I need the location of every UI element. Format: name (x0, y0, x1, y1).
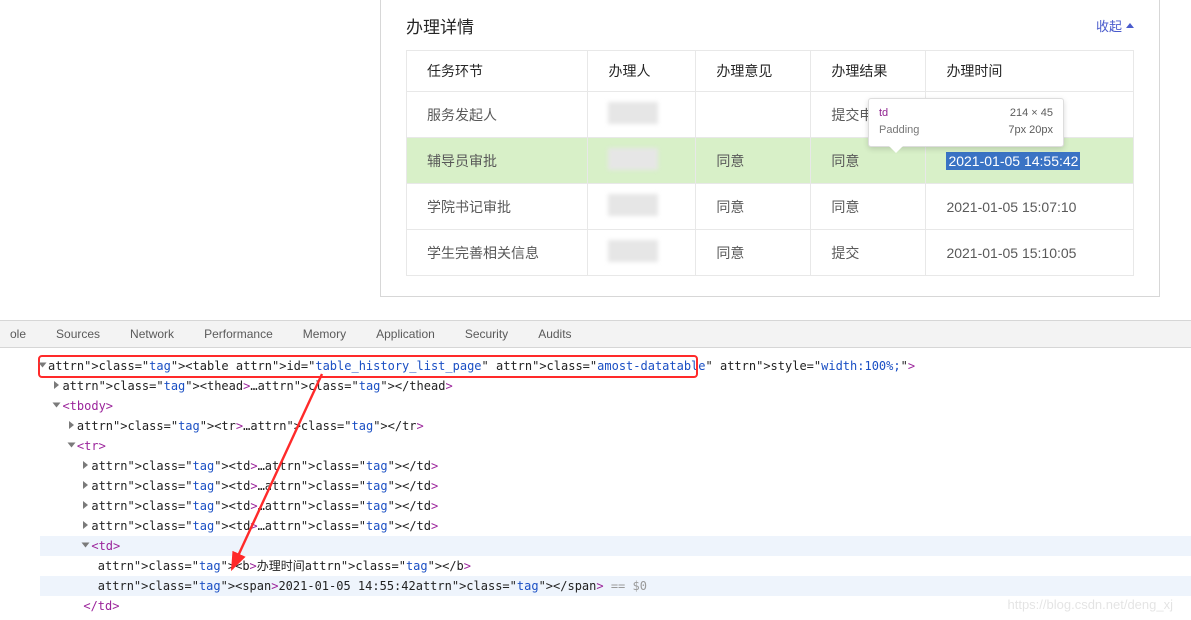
table-cell: 服务发起人 (407, 92, 588, 138)
dom-td-4[interactable]: attrn">class="tag"><td>…attrn">class="ta… (40, 516, 1191, 536)
dom-td-3[interactable]: attrn">class="tag"><td>…attrn">class="ta… (40, 496, 1191, 516)
table-cell (588, 230, 696, 276)
handling-detail-panel: 办理详情 收起 任务环节办理人办理意见办理结果办理时间 服务发起人提交申请09:… (380, 0, 1160, 297)
devtools-tab[interactable]: Performance (204, 327, 273, 341)
table-row: 学生完善相关信息 同意提交2021-01-05 15:10:05 (407, 230, 1134, 276)
table-cell (696, 92, 811, 138)
dom-span-selected[interactable]: attrn">class="tag"><span>2021-01-05 14:5… (40, 576, 1191, 596)
table-cell (588, 92, 696, 138)
dom-tr-collapsed[interactable]: attrn">class="tag"><tr>…attrn">class="ta… (40, 416, 1191, 436)
devtools-tabs: ole Sources Network Performance Memory Applic… (0, 321, 1191, 348)
dom-tbody[interactable]: <tbody> (40, 396, 1191, 416)
dom-td-open[interactable]: <td> (40, 536, 1191, 556)
dom-tree[interactable]: attrn">class="tag"><table attrn">id="tab… (0, 348, 1191, 620)
devtools-tab[interactable]: Audits (538, 327, 571, 341)
table-cell (588, 138, 696, 184)
devtools-tab[interactable]: Security (465, 327, 508, 341)
table-cell: 同意 (696, 184, 811, 230)
table-cell: 提交 (811, 230, 926, 276)
col-header: 办理结果 (811, 51, 926, 92)
collapse-link[interactable]: 收起 (1096, 16, 1134, 35)
tooltip-pad-val: 7px 20px (1008, 122, 1053, 139)
table-cell: 同意 (696, 230, 811, 276)
dom-tr-close[interactable]: </tr> (40, 616, 1191, 620)
dom-b[interactable]: attrn">class="tag"><b>办理时间attrn">class="… (40, 556, 1191, 576)
panel-title: 办理详情 (406, 13, 474, 38)
col-header: 任务环节 (407, 51, 588, 92)
devtools-tab[interactable]: Memory (303, 327, 346, 341)
dom-td-2[interactable]: attrn">class="tag"><td>…attrn">class="ta… (40, 476, 1191, 496)
tooltip-pad-label: Padding (879, 122, 919, 139)
tooltip-dims: 214 × 45 (1010, 105, 1053, 122)
table-cell: 学院书记审批 (407, 184, 588, 230)
table-cell: 2021-01-05 15:10:05 (926, 230, 1134, 276)
table-cell: 同意 (696, 138, 811, 184)
devtools-tab[interactable]: Network (130, 327, 174, 341)
devtools-tab[interactable]: ole (10, 327, 26, 341)
inspect-tooltip: td 214 × 45 Padding 7px 20px (868, 98, 1064, 147)
watermark: https://blog.csdn.net/deng_xj (1007, 597, 1173, 612)
table-row: 学院书记审批同意同意2021-01-05 15:07:10 (407, 184, 1134, 230)
devtools-tab[interactable]: Sources (56, 327, 100, 341)
dom-td-1[interactable]: attrn">class="tag"><td>…attrn">class="ta… (40, 456, 1191, 476)
dom-tr-open[interactable]: <tr> (40, 436, 1191, 456)
devtools-tab[interactable]: Application (376, 327, 435, 341)
table-cell: 学生完善相关信息 (407, 230, 588, 276)
detail-table: 任务环节办理人办理意见办理结果办理时间 服务发起人提交申请09:39辅导员审批同… (406, 50, 1134, 276)
table-cell: 辅导员审批 (407, 138, 588, 184)
col-header: 办理人 (588, 51, 696, 92)
col-header: 办理时间 (926, 51, 1134, 92)
table-cell: 同意 (811, 184, 926, 230)
table-cell: 2021-01-05 15:07:10 (926, 184, 1134, 230)
dom-table-open[interactable]: attrn">class="tag"><table attrn">id="tab… (40, 356, 1191, 376)
devtools-panel: ole Sources Network Performance Memory Applic… (0, 320, 1191, 620)
tooltip-tag: td (879, 105, 888, 122)
table-cell (588, 184, 696, 230)
col-header: 办理意见 (696, 51, 811, 92)
dom-thead[interactable]: attrn">class="tag"><thead>…attrn">class=… (40, 376, 1191, 396)
